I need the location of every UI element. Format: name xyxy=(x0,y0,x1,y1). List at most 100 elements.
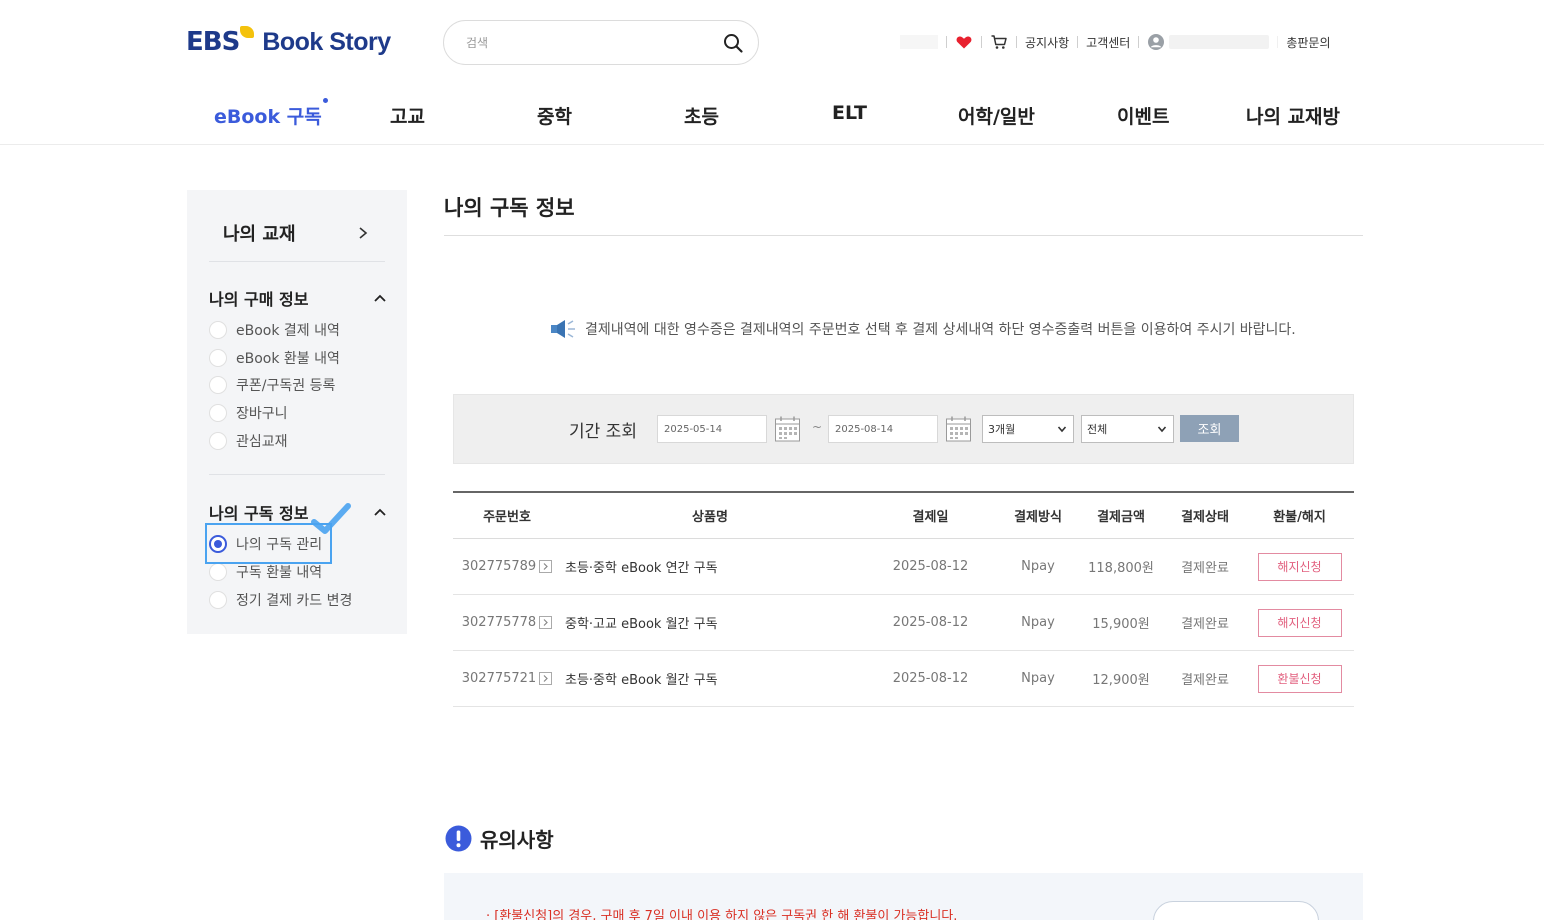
sidebar-purchase-group-toggle[interactable]: 나의 구매 정보 xyxy=(209,286,387,310)
table-row: 302775789 초등·중학 eBook 연간 구독 2025-08-12 N… xyxy=(453,539,1354,595)
nav-language-general[interactable]: 어학/일반 xyxy=(958,102,1035,129)
logo-bookstory-text: Book Story xyxy=(262,27,391,56)
calendar-icon[interactable] xyxy=(774,415,801,443)
cancel-subscription-button[interactable]: 해지신청 xyxy=(1257,608,1342,637)
radio-button[interactable] xyxy=(209,404,227,422)
heart-icon[interactable] xyxy=(955,33,973,51)
pay-date: 2025-08-12 xyxy=(892,671,969,686)
search-icon[interactable] xyxy=(722,32,744,54)
chevron-up-icon xyxy=(374,508,386,516)
search-box xyxy=(443,20,759,65)
order-number-link[interactable]: 302775789 xyxy=(453,539,561,594)
radio-button[interactable] xyxy=(209,349,227,367)
sidebar-item-subscription-manage[interactable]: 나의 구독 관리 xyxy=(209,533,322,555)
calendar-icon[interactable] xyxy=(945,415,972,443)
order-number: 302775778 xyxy=(461,615,537,630)
cart-icon[interactable] xyxy=(990,33,1008,51)
pay-amount: 12,900원 xyxy=(1092,673,1150,688)
sidebar-item-card-change[interactable]: 정기 결제 카드 변경 xyxy=(209,589,352,611)
filter-search-button[interactable]: 조회 xyxy=(1180,415,1239,442)
radio-button-selected[interactable] xyxy=(209,535,227,553)
nav-elt[interactable]: ELT xyxy=(832,102,867,124)
sidebar-item-ebook-payments[interactable]: eBook 결제 내역 xyxy=(209,319,340,341)
nav-event[interactable]: 이벤트 xyxy=(1117,102,1169,129)
sidebar-item-cart[interactable]: 장바구니 xyxy=(209,402,288,424)
end-date-input[interactable] xyxy=(828,415,938,443)
sidebar-group-title: 나의 구독 정보 xyxy=(209,504,309,523)
col-product: 상품명 xyxy=(692,510,728,525)
caution-box: · [환불신청]의 경우, 구매 후 7일 이내 이용 하지 않은 구독권 한 … xyxy=(444,873,1363,920)
sidebar-item-coupon-register[interactable]: 쿠폰/구독권 등록 xyxy=(209,374,335,396)
period-filter: 기간 조회 ~ 3개월 전체 조회 xyxy=(453,394,1354,464)
nav-my-textbook-room[interactable]: 나의 교재방 xyxy=(1246,102,1340,129)
masked-util-link[interactable] xyxy=(900,35,938,49)
product-name: 중학·고교 eBook 월간 구독 xyxy=(565,617,718,632)
order-number-link[interactable]: 302775778 xyxy=(453,595,561,650)
radio-button[interactable] xyxy=(209,321,227,339)
order-number: 302775789 xyxy=(461,559,537,574)
nav-ebook-subscription[interactable]: eBook 구독 xyxy=(214,98,328,129)
pay-status: 결제완료 xyxy=(1181,617,1229,632)
notice-text: 결제내역에 대한 영수증은 결제내역의 주문번호 선택 후 결제 상세내역 하단… xyxy=(585,322,1296,338)
utility-nav: 공지사항 고객센터 총판문의 xyxy=(900,32,1331,52)
user-icon[interactable] xyxy=(1147,33,1165,51)
sidebar-subscription-group-toggle[interactable]: 나의 구독 정보 xyxy=(209,500,387,524)
nav-high-school[interactable]: 고교 xyxy=(390,102,425,129)
period-select[interactable]: 3개월 xyxy=(982,415,1074,443)
table-row: 302775721 초등·중학 eBook 월간 구독 2025-08-12 N… xyxy=(453,651,1354,707)
sidebar-divider xyxy=(209,474,385,475)
cancel-subscription-button[interactable]: 해지신청 xyxy=(1257,552,1342,581)
radio-button[interactable] xyxy=(209,432,227,450)
sidebar-my-textbook-link[interactable]: 나의 교재 xyxy=(223,220,369,246)
search-input[interactable] xyxy=(466,32,716,54)
chevron-right-icon xyxy=(359,227,368,239)
sidebar: 나의 교재 나의 구매 정보 eBook 결제 내역 eBook 환불 내역 쿠… xyxy=(187,190,407,634)
receipt-notice: 결제내역에 대한 영수증은 결제내역의 주문번호 선택 후 결제 상세내역 하단… xyxy=(549,318,1296,340)
sidebar-item-label: 관심교재 xyxy=(236,434,288,450)
order-number-link[interactable]: 302775721 xyxy=(453,651,561,706)
caution-action-button[interactable] xyxy=(1153,901,1319,920)
pay-amount: 118,800원 xyxy=(1088,561,1154,576)
pay-method: Npay xyxy=(1021,559,1055,574)
pay-amount: 15,900원 xyxy=(1092,617,1150,632)
sidebar-item-subscription-refunds[interactable]: 구독 환불 내역 xyxy=(209,561,322,583)
speaker-icon xyxy=(551,320,575,338)
start-date-input[interactable] xyxy=(657,415,767,443)
sidebar-item-wishlist[interactable]: 관심교재 xyxy=(209,430,288,452)
masked-user-name[interactable] xyxy=(1169,35,1270,49)
main-nav: eBook 구독 고교 중학 초등 ELT 어학/일반 이벤트 나의 교재방 xyxy=(186,96,1366,136)
radio-button[interactable] xyxy=(209,591,227,609)
table-row: 302775778 중학·고교 eBook 월간 구독 2025-08-12 N… xyxy=(453,595,1354,651)
action-cell: 해지신청 xyxy=(1253,539,1346,594)
notice-link[interactable]: 공지사항 xyxy=(1025,34,1069,51)
pay-method: Npay xyxy=(1021,671,1055,686)
refund-request-button[interactable]: 환불신청 xyxy=(1257,664,1342,693)
ebs-bookstory-logo[interactable]: EBS Book Story xyxy=(186,26,391,58)
radio-button[interactable] xyxy=(209,376,227,394)
nav-elementary[interactable]: 초등 xyxy=(684,102,719,129)
pay-method: Npay xyxy=(1021,615,1055,630)
nav-label: eBook 구독 xyxy=(214,106,322,128)
nav-middle-school[interactable]: 중학 xyxy=(537,102,572,129)
arrow-right-box-icon xyxy=(539,672,553,685)
exclamation-icon xyxy=(445,825,472,851)
title-divider xyxy=(444,235,1363,236)
product-name: 초등·중학 eBook 월간 구독 xyxy=(565,673,718,688)
sidebar-item-label: 정기 결제 카드 변경 xyxy=(236,593,353,609)
radio-button[interactable] xyxy=(209,563,227,581)
sidebar-item-label: eBook 결제 내역 xyxy=(236,323,340,339)
util-separator xyxy=(1277,36,1279,48)
type-select[interactable]: 전체 xyxy=(1081,415,1174,443)
caution-title: 유의사항 xyxy=(480,827,554,852)
pay-status: 결제완료 xyxy=(1181,561,1229,576)
distribution-inquiry-link[interactable]: 총판문의 xyxy=(1286,34,1330,51)
col-action: 환불/해지 xyxy=(1273,510,1326,525)
pay-date: 2025-08-12 xyxy=(892,559,969,574)
arrow-right-box-icon xyxy=(539,560,553,573)
action-cell: 환불신청 xyxy=(1253,651,1346,706)
col-pay-date: 결제일 xyxy=(912,510,949,525)
customer-center-link[interactable]: 고객센터 xyxy=(1086,34,1130,51)
util-separator xyxy=(946,36,947,48)
sidebar-item-ebook-refunds[interactable]: eBook 환불 내역 xyxy=(209,347,340,369)
util-separator xyxy=(1016,36,1017,48)
